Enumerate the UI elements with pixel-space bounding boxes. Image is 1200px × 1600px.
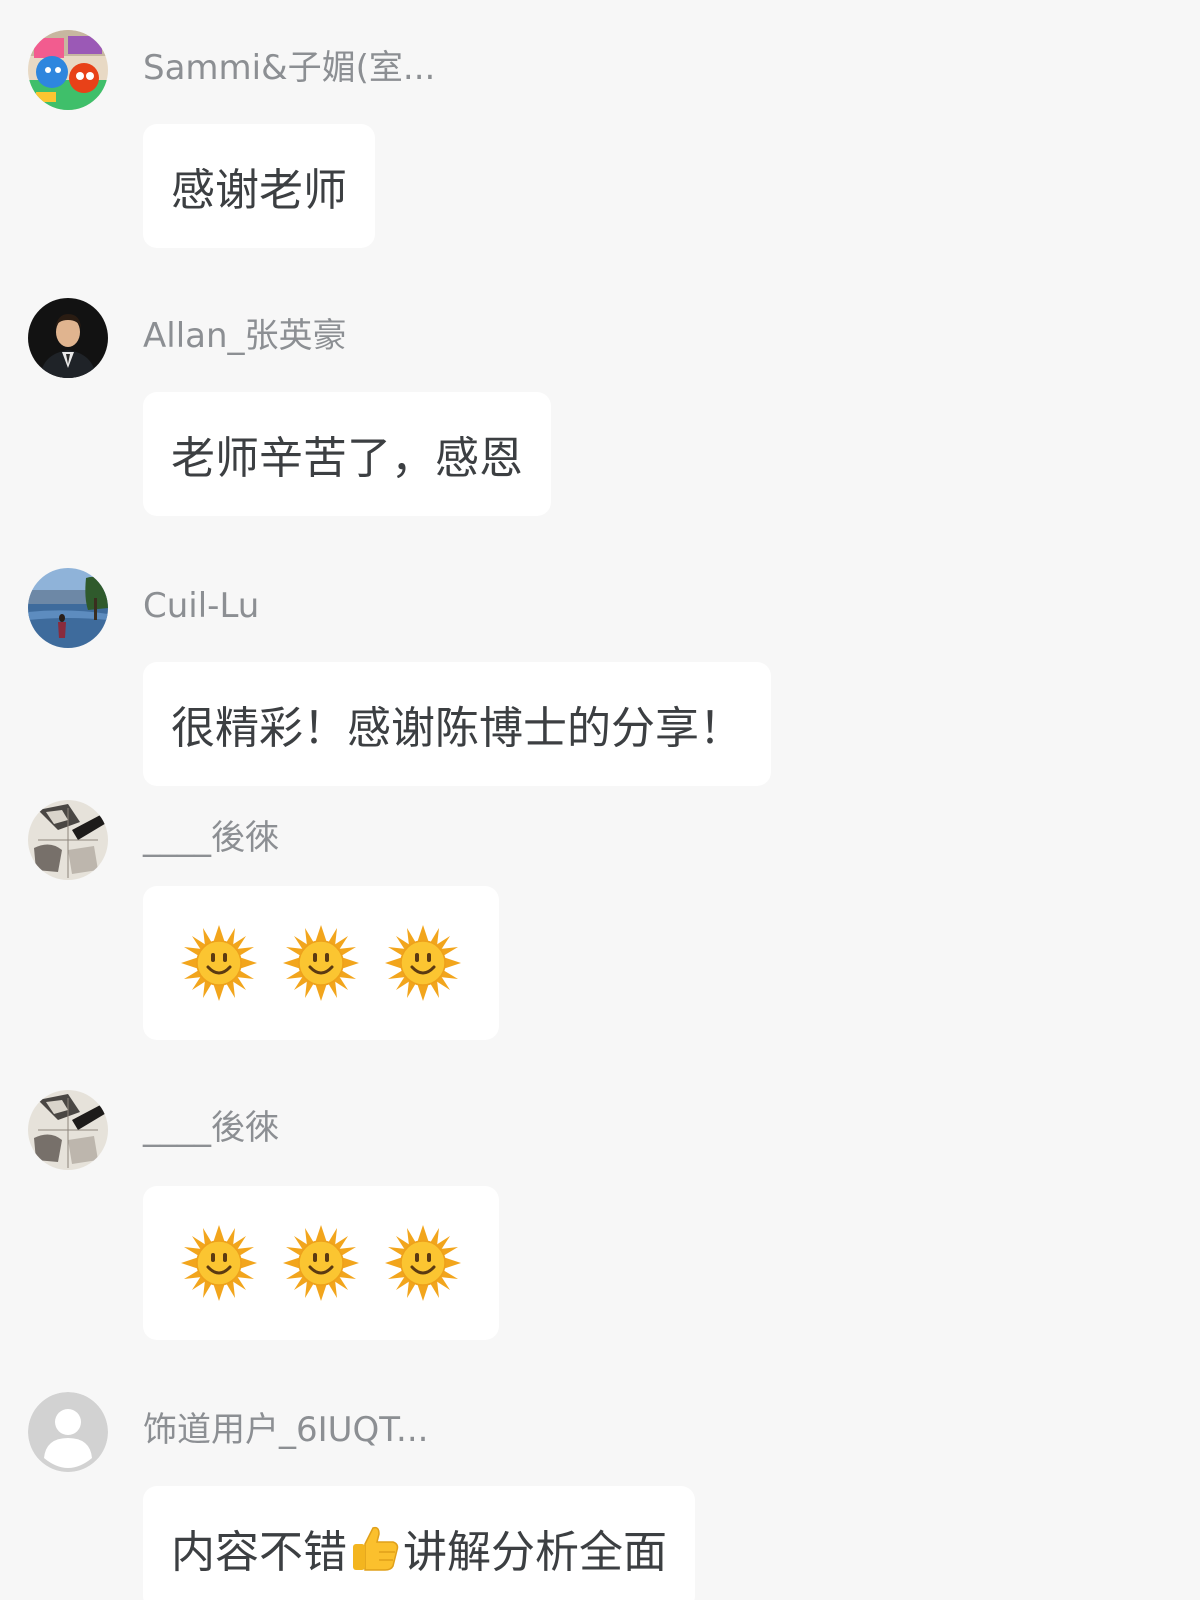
commenter-name[interactable]: ____後徠: [143, 816, 279, 860]
sketch-artwork-avatar[interactable]: [28, 1090, 108, 1170]
comment-text: 老师辛苦了，感恩: [171, 433, 523, 484]
commenter-name[interactable]: Cuil-Lu: [143, 584, 259, 628]
comment-bubble: 很精彩！感谢陈博士的分享！: [143, 662, 771, 786]
commenter-name[interactable]: Allan_张英豪: [143, 314, 347, 358]
comment-bubble: 内容不错 讲解分析全面: [143, 1486, 695, 1600]
colorful-sweets-avatar[interactable]: [28, 30, 108, 110]
comment-bubble: [143, 1186, 499, 1340]
comment-bubble: [143, 886, 499, 1040]
commenter-name[interactable]: ____後徠: [143, 1106, 279, 1150]
comment-bubble: 老师辛苦了，感恩: [143, 392, 551, 516]
comment-text: 内容不错: [171, 1527, 347, 1578]
thumbs-up-emoji: [353, 1526, 399, 1571]
comment-text: 讲解分析全面: [403, 1527, 667, 1578]
commenter-name[interactable]: Sammi&子媚(室...: [143, 46, 435, 90]
sun-emoji: [281, 1223, 361, 1303]
sun-emoji: [383, 1223, 463, 1303]
comment-text: 感谢老师: [171, 165, 347, 216]
default-user-avatar[interactable]: [28, 1392, 108, 1472]
sun-emoji: [383, 923, 463, 1003]
comment-bubble: 感谢老师: [143, 124, 375, 248]
comment-text: 很精彩！感谢陈博士的分享！: [171, 703, 743, 754]
man-portrait-avatar[interactable]: [28, 298, 108, 378]
lake-scene-avatar[interactable]: [28, 568, 108, 648]
comment-feed: Sammi&子媚(室... 感谢老师 Allan_张英豪 老师辛苦了，感恩 Cu…: [0, 0, 1200, 1600]
sun-emoji: [281, 923, 361, 1003]
sun-emoji: [179, 923, 259, 1003]
sketch-artwork-avatar[interactable]: [28, 800, 108, 880]
commenter-name[interactable]: 饰道用户_6IUQT...: [143, 1408, 428, 1452]
sun-emoji: [179, 1223, 259, 1303]
